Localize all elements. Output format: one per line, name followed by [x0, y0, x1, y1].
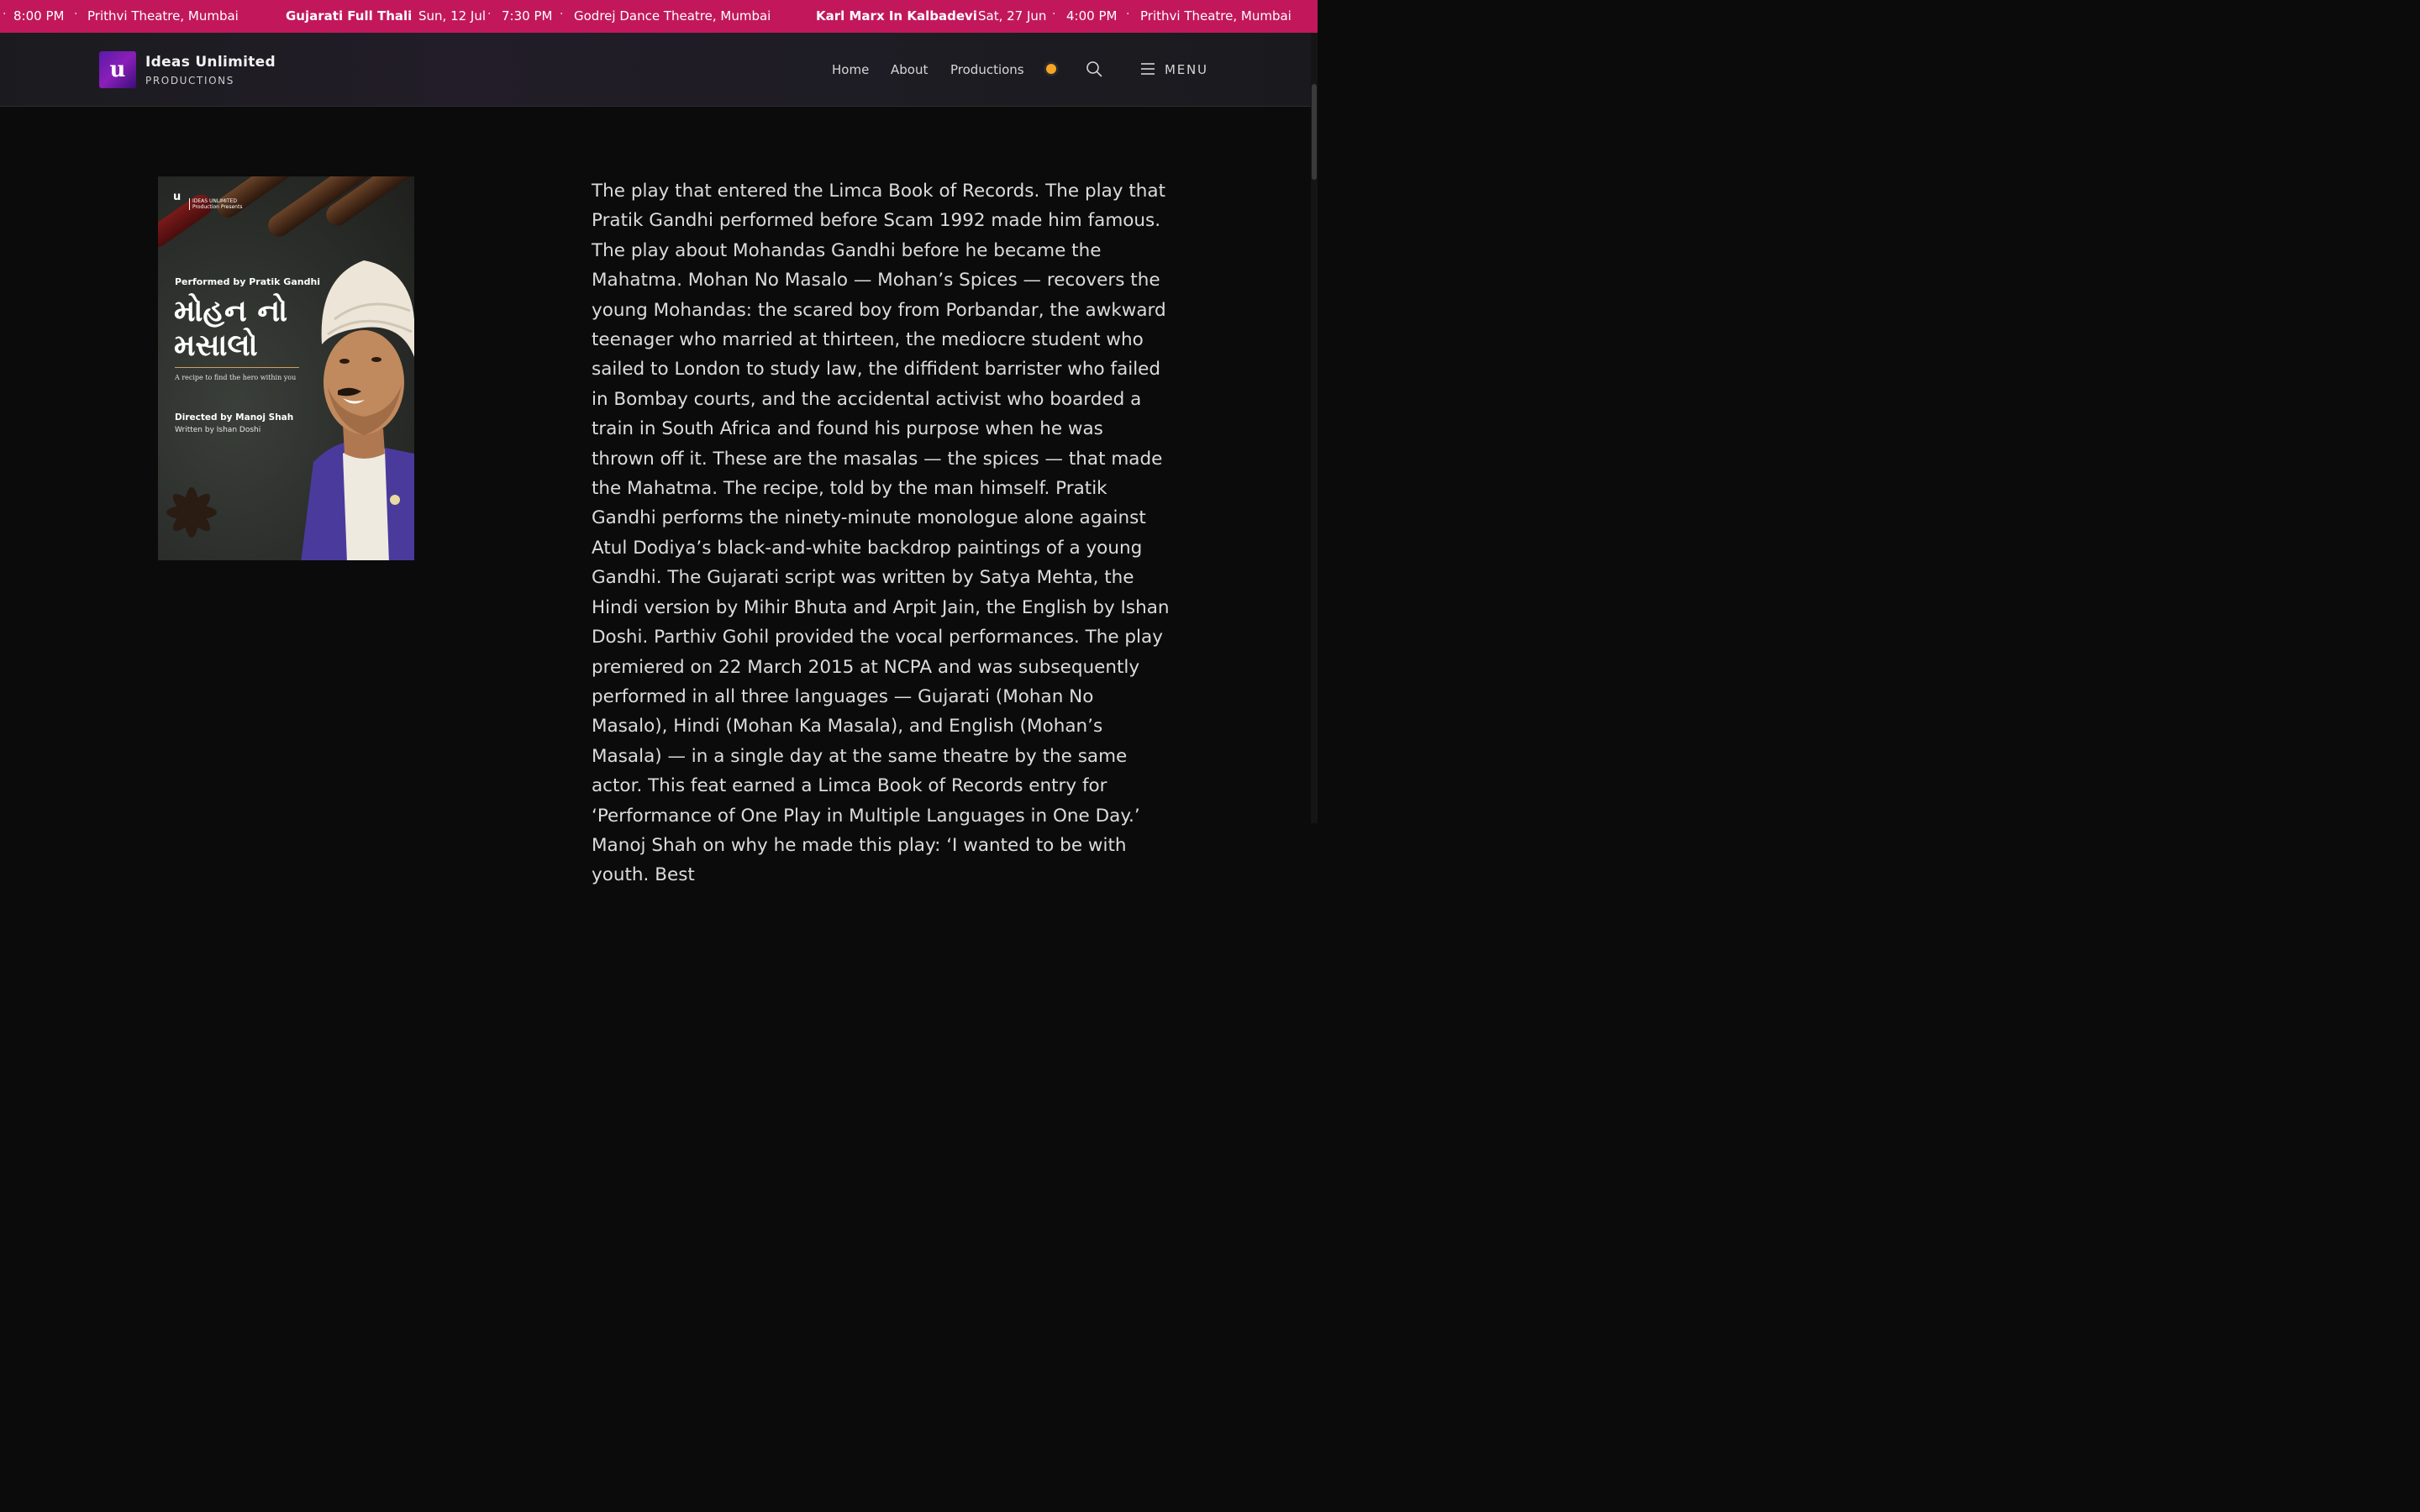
ticker-separator: ·: [964, 8, 968, 21]
menu-button-label[interactable]: MENU: [1165, 62, 1208, 77]
ticker-time: 8:00 PM: [13, 8, 65, 24]
brand-name[interactable]: Ideas Unlimited: [145, 54, 276, 71]
poster-director: Directed by Manoj Shah: [175, 412, 294, 423]
poster-writer: Written by Ishan Doshi: [175, 426, 261, 434]
ticker-time: 7:30 PM: [502, 8, 553, 24]
poster-title: મોહન નો મસાલો: [174, 294, 321, 363]
production-poster: u IDEAS UNLIMITED Production Presents Pe…: [158, 176, 414, 560]
ticker-date: Sun, 12 Jul: [418, 8, 487, 24]
logo-letter: u: [109, 57, 126, 82]
nav-productions[interactable]: Productions: [950, 62, 1024, 77]
ticker-separator: ·: [487, 8, 492, 21]
ticker-separator: ·: [3, 8, 7, 21]
nav-home[interactable]: Home: [832, 62, 869, 77]
production-description: The play that entered the Limca Book of …: [592, 181, 1170, 886]
poster-tagline: A recipe to find the hero within you: [175, 374, 297, 381]
ticker-separator: ·: [560, 8, 564, 21]
ticker-date: Sat, 27 Jun: [978, 8, 1047, 24]
poster-divider: [175, 367, 299, 368]
ticker-time: 4:00 PM: [1066, 8, 1118, 24]
star-anise-decoration: [166, 487, 217, 538]
ticker-separator: ·: [404, 8, 408, 21]
poster-title-line: મસાલો: [174, 328, 258, 363]
poster-title-line: મોહન નો: [174, 294, 288, 328]
page-scrollbar-thumb[interactable]: [1312, 84, 1317, 180]
ticker-venue: Prithvi Theatre, Mumbai: [1140, 8, 1292, 24]
nav-about[interactable]: About: [891, 62, 928, 77]
brand-subtitle: PRODUCTIONS: [145, 75, 234, 87]
ticker-venue: Godrej Dance Theatre, Mumbai: [574, 8, 771, 24]
theme-toggle-dot[interactable]: [1046, 64, 1056, 74]
brand-logo[interactable]: u: [99, 51, 136, 88]
event-ticker[interactable]: · 8:00 PM · Prithvi Theatre, Mumbai Guja…: [0, 0, 1318, 33]
ticker-separator: ·: [1126, 8, 1130, 21]
ticker-event-title[interactable]: Karl Marx In Kalbadevi: [816, 8, 977, 24]
ticker-separator: ·: [74, 8, 78, 21]
ticker-event-title[interactable]: Gujarati Full Thali: [286, 8, 412, 24]
actor-portrait: [301, 260, 414, 560]
poster-logo-mark: u: [173, 191, 182, 203]
poster-performer: Performed by Pratik Gandhi: [175, 276, 321, 287]
poster-brand-line: IDEAS UNLIMITED: [192, 198, 238, 204]
hamburger-menu-icon[interactable]: [1140, 62, 1155, 76]
search-icon[interactable]: [1086, 60, 1102, 77]
poster-brand-line: Production Presents: [192, 204, 243, 210]
ticker-separator: ·: [1052, 8, 1056, 21]
ticker-venue: Prithvi Theatre, Mumbai: [87, 8, 239, 24]
